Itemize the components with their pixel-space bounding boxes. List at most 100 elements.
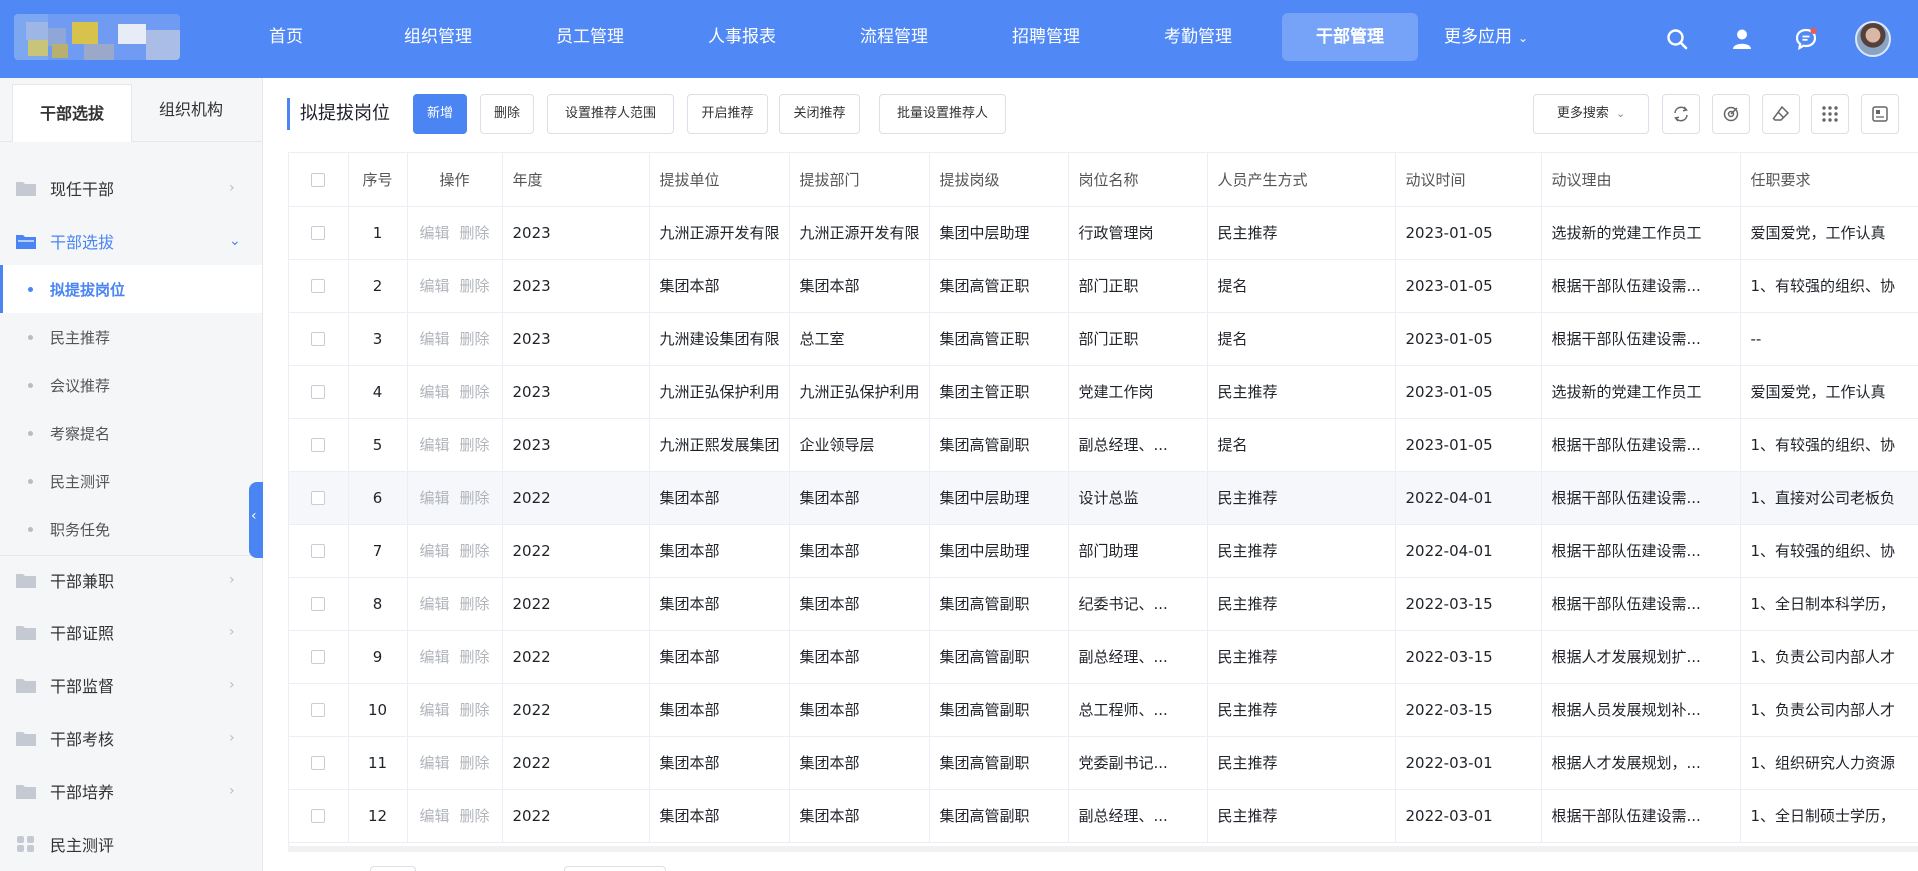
table-row[interactable]: 11 编辑 删除 2022 集团本部 集团本部 集团高管副职 党委副书记... 民主推荐 2022…: [289, 736, 1918, 790]
table-row[interactable]: 9 编辑 删除 2022 集团本部 集团本部 集团高管副职 副总经理、... 民主推荐 2022-…: [289, 630, 1918, 684]
nav-org-management[interactable]: 组织管理: [362, 13, 514, 61]
set-recommender-scope-button[interactable]: 设置推荐人范围: [547, 94, 674, 134]
edit-link[interactable]: 编辑: [419, 277, 449, 295]
tab-cadre-selection[interactable]: 干部选拔: [12, 84, 132, 142]
row-checkbox[interactable]: [311, 703, 326, 717]
batch-set-recommender-button[interactable]: 批量设置推荐人: [879, 94, 1006, 134]
column-header[interactable]: 动议理由: [1541, 153, 1741, 207]
edit-link[interactable]: 编辑: [419, 595, 449, 613]
nav-home[interactable]: 首页: [210, 13, 362, 61]
refresh-icon[interactable]: [1662, 94, 1700, 134]
nav-cadre-management[interactable]: 干部管理: [1282, 13, 1418, 61]
row-checkbox[interactable]: [311, 226, 326, 240]
row-checkbox[interactable]: [311, 597, 326, 611]
column-header[interactable]: 岗位名称: [1068, 153, 1208, 207]
checkbox[interactable]: [311, 172, 326, 187]
delete-link[interactable]: 删除: [460, 595, 490, 613]
edit-link[interactable]: 编辑: [419, 648, 449, 666]
sidebar-item-cadre-training[interactable]: 干部培养 ›: [0, 767, 262, 815]
column-header[interactable]: 动议时间: [1395, 153, 1542, 207]
sidebar-item-democratic-evaluation[interactable]: 民主测评: [0, 820, 262, 868]
column-header[interactable]: 任职要求: [1740, 153, 1918, 207]
sidebar-item-cadre-assessment[interactable]: 干部考核 ›: [0, 714, 262, 762]
delete-link[interactable]: 删除: [460, 436, 490, 454]
table-row[interactable]: 1 编辑 删除 2023 九洲正源开发有限 九洲正源开发有限 集团中层助理 行政管理岗 民主推荐…: [289, 206, 1918, 260]
table-row[interactable]: 2 编辑 删除 2023 集团本部 集团本部 集团高管正职 部门正职 提名 2023-01-05 根…: [289, 259, 1918, 313]
table-row[interactable]: 5 编辑 删除 2023 九洲正熙发展集团 企业领导层 集团高管副职 副总经理、... 提名 20…: [289, 418, 1918, 472]
horizontal-scrollbar[interactable]: [288, 846, 1918, 852]
table-row[interactable]: 7 编辑 删除 2022 集团本部 集团本部 集团中层助理 部门助理 民主推荐 2022-04-0…: [289, 524, 1918, 578]
sidebar-item-cadre-selection[interactable]: 干部选拔 ⌄: [0, 217, 262, 265]
page-size-select[interactable]: [564, 866, 666, 871]
message-icon[interactable]: [1791, 24, 1821, 54]
column-header[interactable]: 提拔部门: [789, 153, 930, 207]
sidebar-item-cadre-supervision[interactable]: 干部监督 ›: [0, 661, 262, 709]
edit-link[interactable]: 编辑: [419, 224, 449, 242]
edit-link[interactable]: 编辑: [419, 807, 449, 825]
table-row[interactable]: 6 编辑 删除 2022 集团本部 集团本部 集团中层助理 设计总监 民主推荐 2022-04-0…: [289, 471, 1918, 525]
nav-attendance-management[interactable]: 考勤管理: [1122, 13, 1274, 61]
nav-more-apps[interactable]: 更多应用 ⌄: [1426, 13, 1546, 61]
table-row[interactable]: 3 编辑 删除 2023 九洲建设集团有限 总工室 集团高管正职 部门正职 提名 2023-01-…: [289, 312, 1918, 366]
row-checkbox[interactable]: [311, 809, 326, 823]
row-checkbox[interactable]: [311, 332, 326, 346]
sidebar-subitem-democratic-recommendation[interactable]: 民主推荐: [0, 313, 262, 361]
edit-link[interactable]: 编辑: [419, 701, 449, 719]
row-checkbox[interactable]: [311, 544, 326, 558]
more-search-dropdown[interactable]: 更多搜索 ⌄: [1533, 94, 1649, 134]
column-settings-icon[interactable]: [1861, 94, 1899, 134]
edit-link[interactable]: 编辑: [419, 330, 449, 348]
sidebar-item-cadre-part-time[interactable]: 干部兼职 ›: [0, 555, 262, 603]
delete-link[interactable]: 删除: [460, 330, 490, 348]
tab-org-structure[interactable]: 组织机构: [132, 78, 250, 142]
column-header[interactable]: 序号: [348, 153, 408, 207]
edit-link[interactable]: 编辑: [419, 436, 449, 454]
user-icon[interactable]: [1727, 24, 1757, 54]
sidebar-subitem-inspection-nomination[interactable]: 考察提名: [0, 409, 262, 457]
table-row[interactable]: 8 编辑 删除 2022 集团本部 集团本部 集团高管副职 纪委书记、... 民主推荐 2022-…: [289, 577, 1918, 631]
row-checkbox[interactable]: [311, 650, 326, 664]
row-checkbox[interactable]: [311, 279, 326, 293]
nav-hr-reports[interactable]: 人事报表: [666, 13, 818, 61]
delete-link[interactable]: 删除: [460, 542, 490, 560]
sidebar-item-cadre-certificates[interactable]: 干部证照 ›: [0, 608, 262, 656]
row-checkbox[interactable]: [311, 438, 326, 452]
enable-recommendation-button[interactable]: 开启推荐: [687, 94, 768, 134]
search-icon[interactable]: [1662, 24, 1692, 54]
delete-link[interactable]: 删除: [460, 648, 490, 666]
edit-link[interactable]: 编辑: [419, 542, 449, 560]
column-header[interactable]: 人员产生方式: [1207, 153, 1396, 207]
row-checkbox[interactable]: [311, 491, 326, 505]
delete-button[interactable]: 删除: [480, 94, 534, 134]
sidebar-item-current-cadres[interactable]: 现任干部 ›: [0, 164, 262, 212]
sidebar-subitem-appointment-removal[interactable]: 职务任免: [0, 505, 262, 553]
table-row[interactable]: 12 编辑 删除 2022 集团本部 集团本部 集团高管副职 副总经理、... 民主推荐 2022…: [289, 789, 1918, 843]
table-row[interactable]: 4 编辑 删除 2023 九洲正弘保护利用 九洲正弘保护利用 集团主管正职 党建工作岗 民主推荐…: [289, 365, 1918, 419]
target-icon[interactable]: [1712, 94, 1750, 134]
delete-link[interactable]: 删除: [460, 807, 490, 825]
delete-link[interactable]: 删除: [460, 277, 490, 295]
delete-link[interactable]: 删除: [460, 383, 490, 401]
column-header[interactable]: 年度: [502, 153, 650, 207]
clear-filter-icon[interactable]: [1762, 94, 1800, 134]
nav-workflow-management[interactable]: 流程管理: [818, 13, 970, 61]
sidebar-subitem-proposed-positions[interactable]: 拟提拔岗位: [0, 265, 262, 313]
row-checkbox[interactable]: [311, 756, 326, 770]
sidebar-subitem-meeting-recommendation[interactable]: 会议推荐: [0, 361, 262, 409]
company-logo[interactable]: [14, 14, 180, 60]
user-avatar[interactable]: [1855, 21, 1891, 57]
edit-link[interactable]: 编辑: [419, 754, 449, 772]
grid-view-icon[interactable]: [1811, 94, 1849, 134]
disable-recommendation-button[interactable]: 关闭推荐: [779, 94, 860, 134]
delete-link[interactable]: 删除: [460, 489, 490, 507]
column-header[interactable]: 提拔单位: [649, 153, 790, 207]
delete-link[interactable]: 删除: [460, 754, 490, 772]
nav-recruitment-management[interactable]: 招聘管理: [970, 13, 1122, 61]
sidebar-subitem-democratic-evaluation[interactable]: 民主测评: [0, 457, 262, 505]
edit-link[interactable]: 编辑: [419, 489, 449, 507]
pager-control[interactable]: [370, 866, 416, 871]
delete-link[interactable]: 删除: [460, 224, 490, 242]
column-header[interactable]: 提拔岗级: [929, 153, 1069, 207]
delete-link[interactable]: 删除: [460, 701, 490, 719]
nav-employee-management[interactable]: 员工管理: [514, 13, 666, 61]
